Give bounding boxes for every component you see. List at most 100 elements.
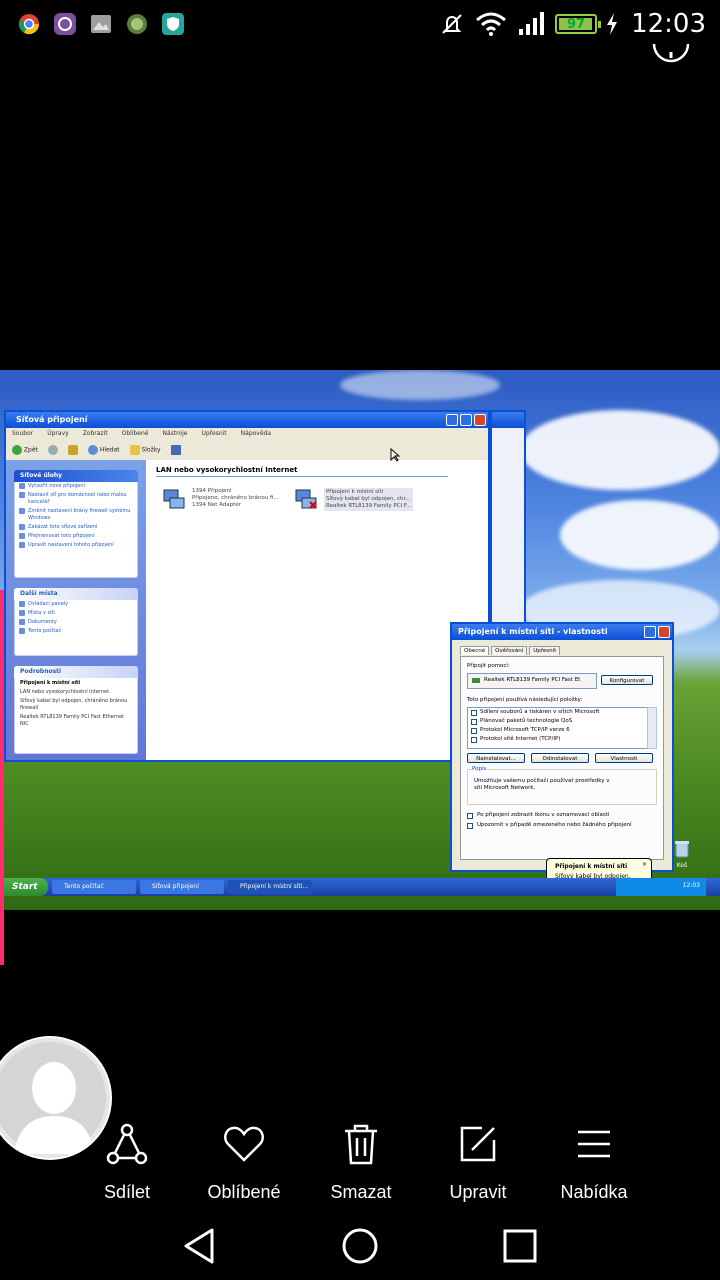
menu-soubor[interactable]: Soubor [12,428,33,440]
tab-authentication[interactable]: Ověřování [491,646,528,655]
dialog-close-button[interactable] [658,626,670,638]
task-item[interactable]: Přejmenovat toto připojení [14,532,138,541]
details-panel: Podrobnosti Připojení k místní síti LAN … [14,666,138,754]
notify-checkbox[interactable] [467,823,473,829]
menu-upravy[interactable]: Úpravy [47,428,68,440]
tab-general[interactable]: Obecné [460,646,490,655]
tab-advanced[interactable]: Upřesnit [529,646,561,655]
show-icon-label[interactable]: Po připojení zobrazit ikonu v oznamovací… [477,812,609,819]
search-button[interactable]: Hledat [87,445,120,455]
list-scrollbar[interactable] [647,707,657,749]
show-icon-checkbox[interactable] [467,813,473,819]
mute-icon [442,14,462,34]
share-button[interactable]: Sdílet [67,1122,187,1203]
task-item[interactable]: Vytvořit nové připojení [14,482,138,491]
component-checkbox[interactable] [471,719,477,725]
up-folder-icon[interactable] [67,445,78,455]
place-item[interactable]: Místa v síti [14,609,138,618]
home-icon[interactable] [340,1226,380,1266]
task-item[interactable]: Upravit nastavení tohoto připojení [14,541,138,550]
description-text: Umožňuje vašemu počítači používat prostř… [474,778,610,791]
status-bar: 97 12:03 [0,0,720,48]
minimize-button[interactable] [446,414,458,426]
folder-icon [129,445,140,455]
favorite-button[interactable]: Oblíbené [184,1122,304,1203]
trash-icon [345,1124,377,1165]
game-icon [127,14,147,34]
recycle-bin[interactable]: Koš [670,840,694,869]
adapter-name: Realtek RTL8139 Family PCI Fast Et [484,677,581,683]
description-group: Popis Umožňuje vašemu počítači používat … [467,766,657,805]
components-list[interactable]: Sdílení souborů a tiskáren v sítích Micr… [467,707,649,749]
balloon-close-icon[interactable]: × [642,861,647,868]
place-item[interactable]: Tento počítač [14,627,138,636]
share-icon [106,1123,148,1165]
taskbar-item-my-computer[interactable]: Tento počítač [52,880,136,894]
chrome-icon [18,14,40,35]
lan-properties-dialog[interactable]: Připojení k místní síti - vlastnosti Obe… [450,622,674,872]
toolbar: Zpět Hledat Složky [6,440,488,461]
panel-title: Další místa [14,588,138,600]
menu-button[interactable]: Nabídka [534,1122,654,1203]
battery-level: 97 [567,16,586,32]
component-item[interactable]: Protokol Microsoft TCP/IP verze 6 [480,727,570,734]
tab-strip: Obecné Ověřování Upřesnit [460,646,561,655]
photo-viewer-image[interactable]: Síťová připojení Soubor Úpravy Zobrazit … [0,370,720,910]
menu-nastroje[interactable]: Nástroje [162,428,187,440]
close-button[interactable] [474,414,486,426]
properties-button[interactable]: Vlastnosti [595,753,653,763]
component-item[interactable]: Plánovač paketů technologie QoS [480,718,572,725]
forward-button[interactable] [47,445,58,455]
menu-zobrazit[interactable]: Zobrazit [83,428,108,440]
folders-button[interactable]: Složky [129,445,161,455]
back-icon[interactable] [180,1226,220,1266]
component-item[interactable]: Sdílení souborů a tiskáren v sítích Micr… [480,709,600,716]
place-item[interactable]: Dokumenty [14,618,138,627]
menu-napoveda[interactable]: Nápověda [241,428,271,440]
notify-label[interactable]: Upozornit v případě omezeného nebo žádné… [477,822,632,829]
connection-device: Realtek RTL8139 Family PCI F... [326,503,412,509]
back-button[interactable]: Zpět [12,445,38,455]
recents-icon[interactable] [500,1226,540,1266]
uninstall-button[interactable]: Odinstalovat [531,753,589,763]
adapter-icon [472,678,480,683]
taskbar-item-network-connections[interactable]: Síťová připojení [140,880,224,894]
network-tasks-panel: Síťové úlohy Vytvořit nové připojení Nas… [14,470,138,578]
group-divider [156,476,448,477]
connection-device: 1394 Net Adapter [192,502,241,508]
install-button[interactable]: Nainstalovat... [467,753,525,763]
connection-status: Připojeno, chráněno bránou fi... [192,495,279,501]
menu-oblibene[interactable]: Oblíbené [122,428,149,440]
views-icon[interactable] [170,445,181,455]
maximize-button[interactable] [460,414,472,426]
network-disconnected-icon [295,489,317,509]
connection-lan[interactable]: Připojení k místní síti Síťový kabel byl… [295,488,414,511]
xp-taskbar: Start Tento počítač Síťová připojení Při… [0,878,720,896]
menu-icon [578,1130,610,1158]
battery-icon: 97 [555,14,602,34]
connection-1394[interactable]: 1394 Připojení Připojeno, chráněno bráno… [163,488,279,509]
task-item[interactable]: Změnit nastavení brány firewall systému … [14,507,138,523]
info-icon[interactable] [652,44,690,68]
component-checkbox[interactable] [471,737,477,743]
dialog-body: Připojit pomocí: Realtek RTL8139 Family … [460,656,664,860]
component-checkbox[interactable] [471,728,477,734]
menu-upresnit[interactable]: Upřesnit [201,428,226,440]
shield-icon [162,13,184,35]
delete-button[interactable]: Smazat [301,1122,421,1203]
task-item[interactable]: Zakázat toto síťové zařízení [14,523,138,532]
start-button[interactable]: Start [4,878,48,896]
component-checkbox[interactable] [471,710,477,716]
back-arrow-icon [12,445,22,455]
taskbar-item-lan[interactable]: Připojení k místní síti... [228,880,312,894]
place-item[interactable]: Ovládací panely [14,600,138,609]
network-connections-window[interactable]: Síťová připojení Soubor Úpravy Zobrazit … [4,410,490,762]
task-item[interactable]: Nastavit síť pro domácnost nebo malou ka… [14,491,138,507]
task-pane: Síťové úlohy Vytvořit nové připojení Nas… [6,460,146,760]
edit-button[interactable]: Upravit [418,1122,538,1203]
connect-using-label: Připojit pomocí: [467,663,510,669]
help-button[interactable] [644,626,656,638]
configure-button[interactable]: Konfigurovat [601,675,653,685]
cloud [520,410,720,490]
component-item[interactable]: Protokol sítě Internet (TCP/IP) [480,736,560,743]
